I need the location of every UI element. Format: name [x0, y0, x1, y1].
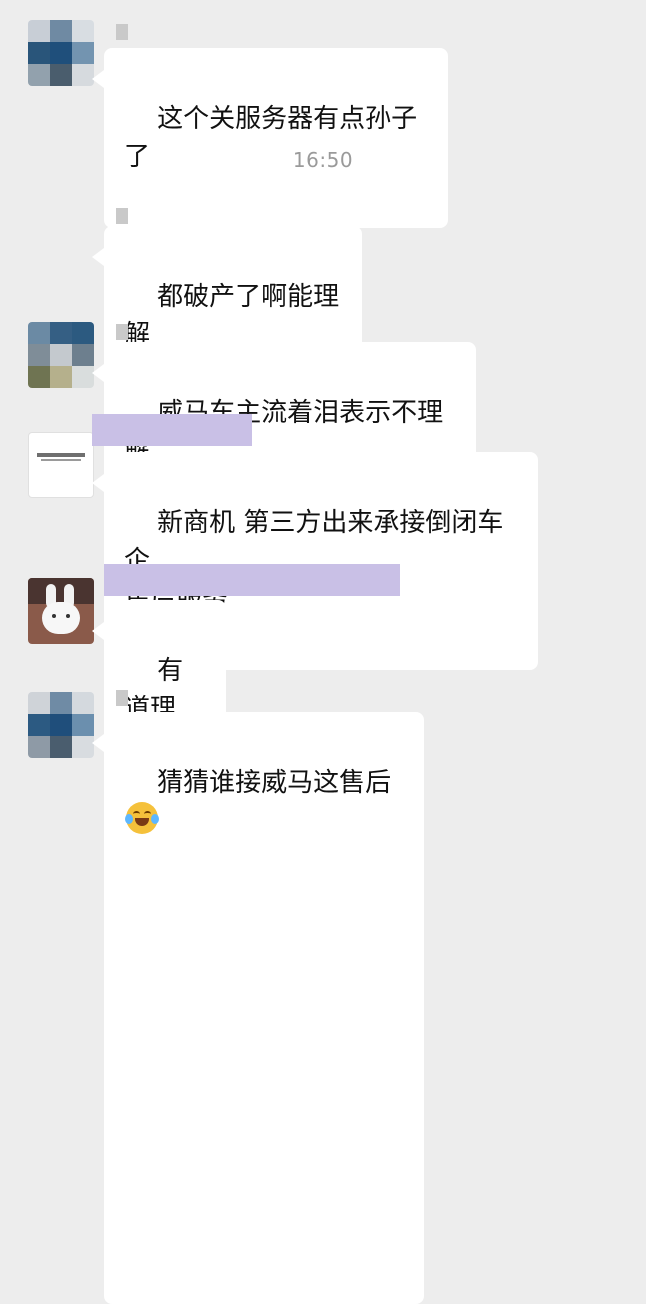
- sender-name: [116, 24, 128, 40]
- sender-name: [104, 564, 400, 596]
- avatar[interactable]: [28, 20, 94, 86]
- chat-history: 这个关服务器有点孙子了 16:50 都破产了啊能理解 威马车主流着泪表示不理解 …: [0, 0, 646, 1304]
- message-timestamp: 16:50: [292, 148, 354, 172]
- avatar[interactable]: [28, 322, 94, 388]
- sender-name: [116, 324, 128, 340]
- message-text: 新商机 第三方出来承接倒闭车企 售后服务: [124, 508, 504, 614]
- message-bubble[interactable]: 猜猜谁接威马这售后: [92, 712, 424, 1304]
- avatar[interactable]: [28, 692, 94, 758]
- laughing-crying-emoji-icon: [125, 802, 159, 834]
- sender-name: [92, 414, 252, 446]
- message-text: 猜猜谁接威马这售后: [157, 768, 392, 798]
- sender-name: [116, 208, 128, 224]
- avatar[interactable]: [28, 578, 94, 644]
- sender-name: [116, 690, 128, 706]
- message-bubble[interactable]: 这个关服务器有点孙子了: [92, 48, 448, 228]
- avatar[interactable]: [28, 432, 94, 498]
- message-text: 都破产了啊能理解: [124, 282, 340, 350]
